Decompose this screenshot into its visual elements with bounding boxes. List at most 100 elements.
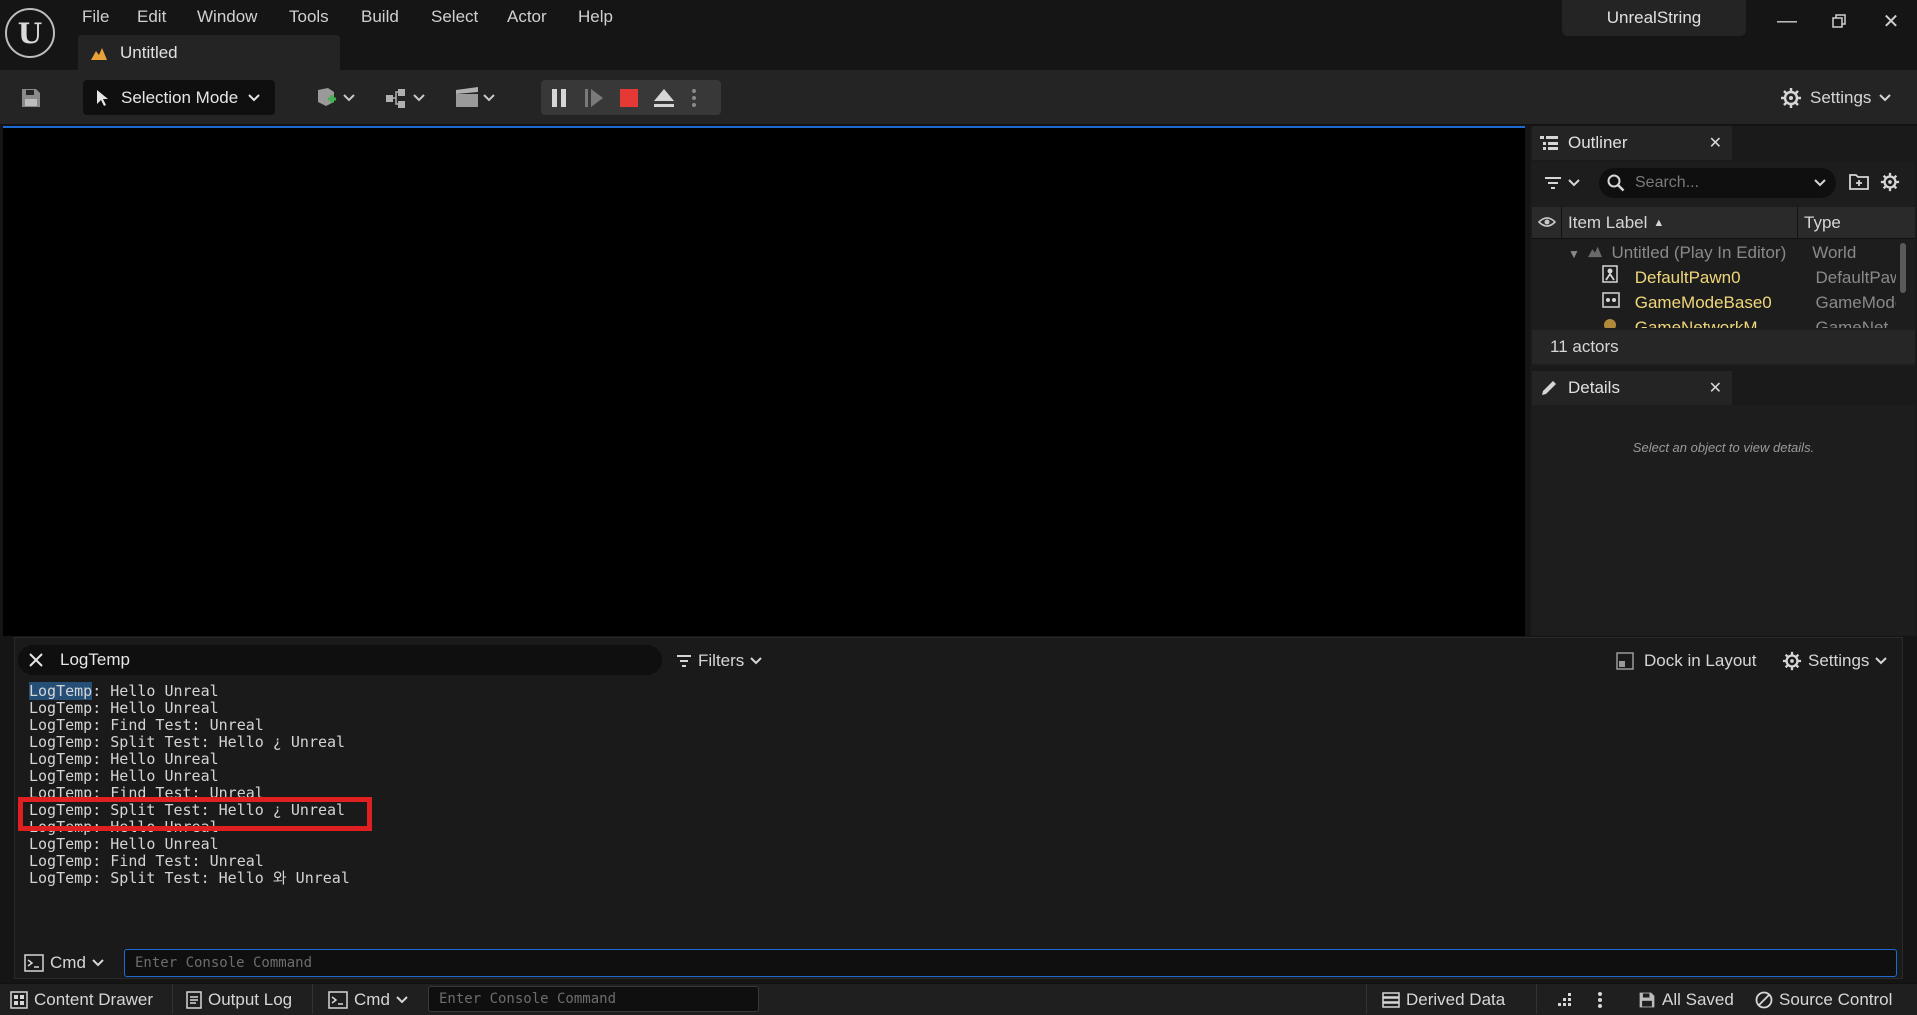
menu-help[interactable]: Help [578, 5, 613, 29]
list-item[interactable]: GameNetworkM... GameNet... [1602, 315, 1896, 328]
source-control-label: Source Control [1779, 990, 1893, 1009]
row-type: World [1812, 243, 1857, 262]
status-cmd-dropdown[interactable]: Cmd [328, 988, 408, 1012]
actor-count: 11 actors [1532, 330, 1915, 364]
project-name: UnrealString [1562, 0, 1746, 36]
more-options-icon[interactable] [681, 80, 706, 115]
world-icon [1587, 240, 1607, 265]
eject-icon[interactable] [646, 80, 681, 115]
chevron-down-icon [750, 657, 762, 665]
derived-data-button[interactable]: Derived Data [1382, 988, 1505, 1012]
settings-label: Settings [1810, 87, 1872, 107]
add-folder-icon[interactable] [1849, 172, 1869, 190]
expand-arrow-icon[interactable]: ▼ [1568, 242, 1582, 265]
outliner-scrollbar[interactable] [1900, 243, 1906, 293]
search-icon [1607, 174, 1625, 192]
menu-edit[interactable]: Edit [137, 5, 166, 29]
selection-mode-dropdown[interactable]: Selection Mode [83, 80, 275, 115]
log-lines: LogTemp: Hello Unreal LogTemp: Hello Unr… [29, 682, 350, 887]
level-viewport[interactable] [3, 126, 1525, 636]
restore-icon[interactable] [1824, 8, 1854, 34]
eye-icon[interactable] [1538, 215, 1556, 229]
output-log-button[interactable]: Output Log [186, 988, 292, 1012]
close-icon[interactable]: ✕ [1709, 133, 1722, 153]
network-icon[interactable] [1556, 988, 1574, 1012]
gear-icon [1782, 651, 1802, 671]
close-icon[interactable]: ✕ [1709, 378, 1722, 398]
game-mode-icon [1602, 290, 1630, 315]
outliner-search-input[interactable]: Search... [1599, 168, 1836, 198]
column-item-label-text: Item Label [1568, 213, 1648, 232]
chevron-down-icon[interactable] [1814, 179, 1836, 187]
stop-icon[interactable] [611, 80, 646, 115]
toolbar-settings-button[interactable]: Settings [1780, 80, 1892, 115]
log-line: LogTemp: Find Test: Unreal [29, 716, 264, 734]
menu-actor[interactable]: Actor [507, 5, 547, 29]
list-item[interactable]: GameModeBase0 GameMode [1602, 290, 1896, 315]
menu-select[interactable]: Select [431, 5, 478, 29]
blueprint-button[interactable] [380, 80, 430, 115]
filters-dropdown[interactable]: Filters [676, 648, 762, 674]
tab-details[interactable]: Details ✕ [1532, 371, 1732, 405]
column-type[interactable]: Type [1797, 207, 1897, 239]
status-console-input[interactable]: Enter Console Command [428, 986, 759, 1012]
all-saved-button[interactable]: All Saved [1638, 988, 1734, 1012]
more-options-icon[interactable] [1598, 988, 1602, 1012]
chevron-down-icon [1568, 179, 1580, 187]
source-control-icon [1755, 991, 1773, 1009]
log-icon [186, 991, 202, 1009]
save-icon [1638, 991, 1656, 1009]
log-search-input[interactable]: LogTemp [18, 645, 662, 675]
derived-data-label: Derived Data [1406, 990, 1506, 1009]
filters-label: Filters [698, 651, 745, 670]
row-type: GameMode [1815, 293, 1896, 312]
step-forward-icon[interactable] [576, 80, 611, 115]
level-icon [90, 45, 108, 61]
column-item-label[interactable]: Item Label ▲ [1561, 207, 1797, 239]
cinematics-button[interactable] [450, 80, 500, 115]
add-actor-button[interactable] [310, 80, 360, 115]
list-item[interactable]: DefaultPawn0 DefaultPaw [1602, 265, 1896, 290]
log-line-rest: : Hello Unreal [92, 682, 219, 700]
gear-icon[interactable] [1880, 172, 1900, 192]
dock-in-layout-button[interactable]: Dock in Layout [1616, 648, 1756, 674]
tab-outliner[interactable]: Outliner ✕ [1532, 126, 1732, 160]
outliner-rows: ▼ Untitled (Play In Editor) World Defaul… [1532, 240, 1897, 328]
log-settings-button[interactable]: Settings [1782, 648, 1888, 674]
log-line: LogTemp: Hello Unreal [29, 767, 219, 785]
list-item[interactable]: ▼ Untitled (Play In Editor) World [1568, 240, 1896, 265]
save-icon[interactable] [14, 80, 48, 115]
tab-label: Untitled [120, 42, 178, 62]
console-command-input[interactable]: Enter Console Command [124, 949, 1897, 977]
menu-tools[interactable]: Tools [289, 5, 329, 29]
log-line: LogTemp: Find Test: Unreal [29, 852, 264, 870]
tab-untitled[interactable]: Untitled [78, 35, 340, 70]
content-drawer-button[interactable]: Content Drawer [10, 988, 153, 1012]
close-icon[interactable] [28, 652, 44, 668]
details-tab-label: Details [1568, 378, 1620, 397]
cmd-dropdown[interactable]: Cmd [24, 951, 104, 975]
log-line: LogTemp: Hello Unreal [29, 750, 219, 768]
menu-window[interactable]: Window [197, 5, 257, 29]
minimize-icon[interactable]: — [1772, 8, 1802, 34]
selection-mode-label: Selection Mode [121, 87, 239, 107]
menu-file[interactable]: File [82, 5, 109, 29]
pause-icon[interactable] [541, 80, 576, 115]
close-window-icon[interactable]: ✕ [1876, 8, 1906, 34]
filter-icon [1544, 176, 1562, 190]
log-filter-text: LogTemp [60, 650, 130, 669]
divider [312, 984, 313, 1014]
unreal-logo-icon[interactable]: U [5, 8, 55, 58]
annotation-highlight-box [18, 797, 372, 831]
menu-build[interactable]: Build [361, 5, 399, 29]
pawn-icon [1602, 265, 1630, 290]
filter-dropdown[interactable] [1544, 172, 1589, 194]
row-label: GameNetworkM... [1634, 318, 1772, 328]
row-label: DefaultPawn0 [1634, 268, 1741, 287]
source-control-button[interactable]: Source Control [1755, 988, 1892, 1012]
content-drawer-label: Content Drawer [34, 990, 154, 1009]
row-label: Untitled (Play In Editor) [1611, 243, 1787, 262]
gear-icon [1780, 87, 1802, 109]
play-controls [541, 80, 721, 115]
chevron-down-icon [248, 93, 260, 102]
